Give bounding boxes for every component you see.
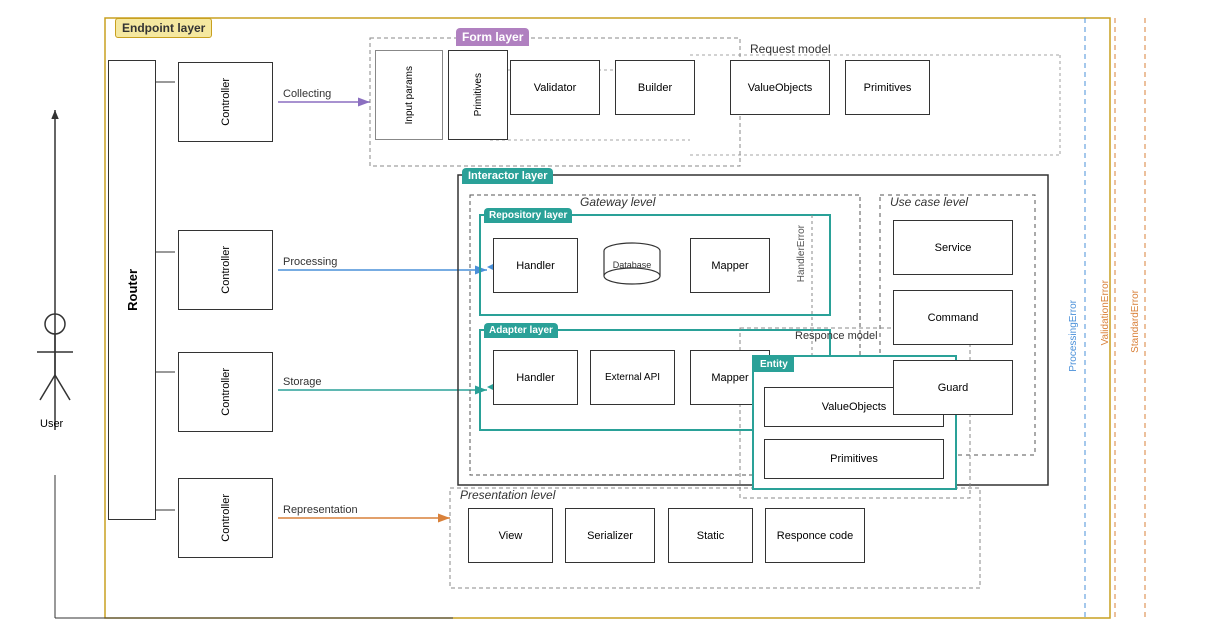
- controller-1: Controller: [178, 62, 273, 142]
- input-params-label: Input params: [404, 66, 415, 124]
- static-label: Static: [697, 530, 725, 542]
- valueobjects-req-label: ValueObjects: [748, 82, 813, 94]
- view-label: View: [499, 530, 523, 542]
- serializer-box: Serializer: [565, 508, 655, 563]
- controller-3: Controller: [178, 352, 273, 432]
- static-box: Static: [668, 508, 753, 563]
- handler-adapter-box: Handler: [493, 350, 578, 405]
- svg-text:Database: Database: [613, 260, 652, 270]
- primitives-entity-label: Primitives: [830, 453, 878, 465]
- controller-2: Controller: [178, 230, 273, 310]
- user-svg: [32, 310, 78, 430]
- responce-code-box: Responce code: [765, 508, 865, 563]
- handler-adapter-label: Handler: [516, 372, 555, 384]
- mapper-adapter-label: Mapper: [711, 372, 748, 384]
- form-layer-label: Form layer: [456, 28, 529, 46]
- responce-code-label: Responce code: [777, 530, 853, 542]
- external-api-box: External API: [590, 350, 675, 405]
- guard-box: Guard: [893, 360, 1013, 415]
- ctrl2-label: Controller: [220, 246, 232, 294]
- gateway-level-label: Gateway level: [580, 195, 655, 209]
- architecture-diagram: User Router Controller Controller Contro…: [0, 0, 1226, 638]
- validator-label: Validator: [534, 82, 577, 94]
- command-box: Command: [893, 290, 1013, 345]
- ctrl1-label: Controller: [220, 78, 232, 126]
- ctrl3-label: Controller: [220, 368, 232, 416]
- validation-error-label: ValidationError: [1100, 280, 1111, 345]
- view-box: View: [468, 508, 553, 563]
- repo-layer-label: Repository layer: [484, 208, 572, 223]
- external-api-label: External API: [605, 372, 660, 383]
- service-box: Service: [893, 220, 1013, 275]
- builder-box: Builder: [615, 60, 695, 115]
- endpoint-layer-label: Endpoint layer: [115, 18, 212, 38]
- router-box: Router: [108, 60, 156, 520]
- serializer-label: Serializer: [587, 530, 633, 542]
- entity-label: Entity: [754, 357, 794, 372]
- database-svg: Database: [600, 241, 665, 291]
- user-label: User: [40, 418, 63, 430]
- handler-error-label: HandlerError: [796, 225, 807, 282]
- processing-error-label: ProcessingError: [1068, 300, 1079, 372]
- primitives-req-label: Primitives: [864, 82, 912, 94]
- guard-label: Guard: [938, 382, 969, 394]
- adapter-layer-label: Adapter layer: [484, 323, 558, 338]
- controller-4: Controller: [178, 478, 273, 558]
- command-label: Command: [928, 312, 979, 324]
- user-figure: [32, 310, 78, 433]
- database-box: Database: [590, 238, 675, 293]
- primitives-form-box: Primitives: [448, 50, 508, 140]
- storage-label: Storage: [283, 376, 322, 388]
- mapper-repo-label: Mapper: [711, 260, 748, 272]
- primitives-req-box: Primitives: [845, 60, 930, 115]
- responce-model-label: Responce model: [795, 330, 878, 342]
- presentation-level-label: Presentation level: [460, 488, 555, 502]
- mapper-repo-box: Mapper: [690, 238, 770, 293]
- valueobjects-req-box: ValueObjects: [730, 60, 830, 115]
- standard-error-label: StandardError: [1130, 290, 1141, 353]
- collecting-label: Collecting: [283, 88, 331, 100]
- service-label: Service: [935, 242, 972, 254]
- ctrl4-label: Controller: [220, 494, 232, 542]
- processing-label: Processing: [283, 256, 337, 268]
- handler-repo-box: Handler: [493, 238, 578, 293]
- router-label: Router: [125, 269, 140, 311]
- request-model-label: Request model: [750, 42, 831, 56]
- input-params-box: Input params: [375, 50, 443, 140]
- valueobjects-entity-label: ValueObjects: [822, 401, 887, 413]
- representation-label: Representation: [283, 504, 358, 516]
- primitives-entity-box: Primitives: [764, 439, 944, 479]
- handler-repo-label: Handler: [516, 260, 555, 272]
- primitives-form-label: Primitives: [473, 73, 484, 116]
- builder-label: Builder: [638, 82, 672, 94]
- interactor-layer-label: Interactor layer: [462, 168, 553, 184]
- usecase-level-label: Use case level: [890, 195, 968, 209]
- validator-box: Validator: [510, 60, 600, 115]
